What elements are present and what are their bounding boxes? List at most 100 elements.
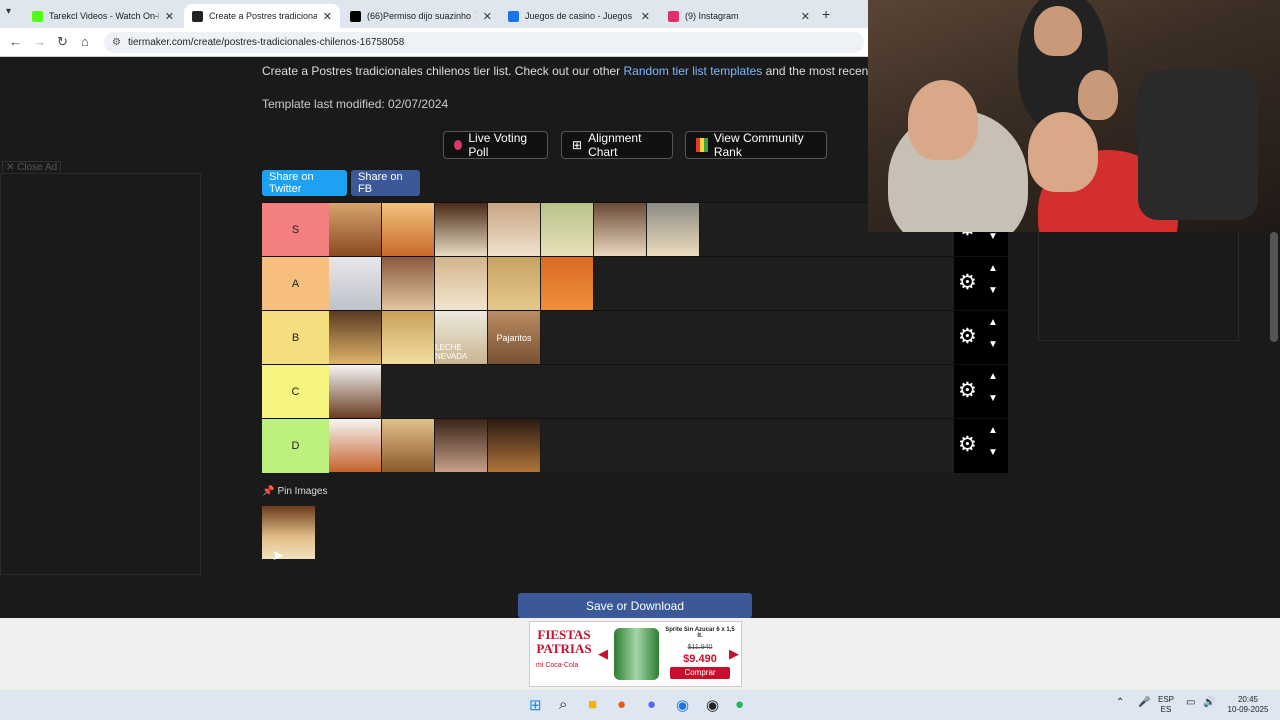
- dessert-image[interactable]: [382, 203, 435, 256]
- pin-images-toggle[interactable]: 📌 Pin Images: [262, 486, 327, 497]
- chevron-down-icon[interactable]: ▼: [988, 447, 998, 458]
- chevron-up-icon[interactable]: ▲: [988, 263, 998, 274]
- dessert-image[interactable]: [488, 203, 541, 256]
- folder-icon[interactable]: ■: [588, 696, 597, 713]
- url-field[interactable]: ⚙ tiermaker.com/create/postres-tradicion…: [104, 32, 864, 53]
- gear-icon[interactable]: ⚙: [958, 324, 977, 349]
- tab-tiktok[interactable]: (66)Permiso dijo suazinho 🎖️🔥 ✕: [342, 4, 500, 28]
- close-icon[interactable]: ✕: [165, 10, 174, 23]
- dessert-image[interactable]: [382, 257, 435, 310]
- taskbar: ⊞ ⌕ ■ ● ● ◉ ◉ ● ⌃ 🎤 ESP ES ▭ 🔊 20:45 10-…: [0, 690, 1280, 720]
- discord-icon[interactable]: ●: [647, 696, 656, 713]
- close-icon[interactable]: ✕: [641, 10, 650, 23]
- tier-label[interactable]: C: [262, 365, 329, 419]
- tab-menu-icon[interactable]: ▾: [6, 6, 11, 17]
- tab-title: (66)Permiso dijo suazinho 🎖️🔥: [367, 10, 477, 21]
- tier-controls: ⚙ ▲ ▼: [954, 311, 1008, 365]
- tab-kick[interactable]: Tarekcl Videos - Watch On-Dem ✕: [24, 4, 182, 28]
- volume-icon[interactable]: 🔊: [1203, 698, 1215, 708]
- dessert-image[interactable]: [329, 311, 382, 364]
- chrome-icon[interactable]: ◉: [676, 696, 689, 714]
- dessert-image[interactable]: [329, 257, 382, 310]
- tab-tiermaker[interactable]: Create a Postres tradicionales c ✕: [184, 4, 340, 28]
- close-icon[interactable]: ✕: [483, 10, 492, 23]
- gear-icon[interactable]: ⚙: [958, 270, 977, 295]
- leche-nevada-image[interactable]: LECHE NEVADA: [435, 311, 488, 364]
- gear-icon[interactable]: ⚙: [958, 432, 977, 457]
- tier-label[interactable]: D: [262, 419, 329, 473]
- chevron-up-icon[interactable]: ▲: [988, 371, 998, 382]
- ad-brand: FIESTAS PATRIAS: [536, 627, 592, 656]
- dessert-image[interactable]: [382, 311, 435, 364]
- site-info-icon[interactable]: ⚙: [112, 32, 121, 53]
- clock[interactable]: 20:45 10-09-2025: [1224, 695, 1272, 715]
- tiermaker-icon: [192, 10, 203, 22]
- new-tab-icon[interactable]: +: [822, 6, 830, 22]
- page-scrollbar[interactable]: [1270, 232, 1278, 342]
- alignment-chart-button[interactable]: ⊞ Alignment Chart: [561, 131, 673, 159]
- chevron-up-icon[interactable]: ▲: [988, 317, 998, 328]
- tab-casino[interactable]: Juegos de casino - Juegos de c ✕: [500, 4, 658, 28]
- dessert-image[interactable]: [329, 419, 382, 472]
- dessert-image[interactable]: [435, 203, 488, 256]
- ad-buy-button[interactable]: Comprar: [670, 667, 730, 679]
- chevron-down-icon[interactable]: ▼: [988, 285, 998, 296]
- close-icon[interactable]: ✕: [801, 10, 810, 23]
- network-icon[interactable]: ▭: [1186, 698, 1195, 708]
- obs-icon[interactable]: ◉: [706, 696, 719, 714]
- community-rank-button[interactable]: View Community Rank: [685, 131, 827, 159]
- tier-label[interactable]: S: [262, 203, 329, 257]
- dessert-image[interactable]: [488, 419, 541, 472]
- chevron-up-icon[interactable]: ▲: [988, 425, 998, 436]
- app-icon[interactable]: ●: [617, 696, 626, 713]
- dessert-image[interactable]: [647, 203, 700, 256]
- intro-body: Create a Postres tradicionales chilenos …: [262, 64, 624, 78]
- close-icon[interactable]: ✕: [323, 10, 332, 23]
- tier-label[interactable]: A: [262, 257, 329, 311]
- save-download-button[interactable]: Save or Download: [518, 593, 752, 618]
- gear-icon[interactable]: ⚙: [958, 378, 977, 403]
- reload-icon[interactable]: ↻: [57, 34, 68, 50]
- dessert-image[interactable]: [488, 257, 541, 310]
- dessert-image[interactable]: [435, 257, 488, 310]
- tray-chevron-icon[interactable]: ⌃: [1116, 698, 1124, 708]
- dessert-image[interactable]: [382, 419, 435, 472]
- chevron-down-icon[interactable]: ▼: [988, 231, 998, 242]
- dessert-image[interactable]: [594, 203, 647, 256]
- mic-icon[interactable]: 🎤: [1138, 698, 1150, 708]
- dessert-image[interactable]: [541, 203, 594, 256]
- back-icon[interactable]: ←: [9, 34, 22, 49]
- chevron-down-icon[interactable]: ▼: [988, 393, 998, 404]
- arrow-right-icon[interactable]: ▶: [729, 646, 739, 662]
- random-templates-link[interactable]: Random tier list templates: [624, 64, 763, 78]
- share-fb-button[interactable]: Share on FB: [351, 170, 420, 196]
- live-voting-button[interactable]: Live Voting Poll: [443, 131, 548, 159]
- live-voting-label: Live Voting Poll: [468, 131, 528, 159]
- tier-label[interactable]: B: [262, 311, 329, 365]
- dessert-image[interactable]: [329, 203, 382, 256]
- dessert-image[interactable]: [435, 419, 488, 472]
- tab-instagram[interactable]: (9) Instagram ✕: [660, 4, 818, 28]
- chevron-down-icon[interactable]: ▼: [988, 339, 998, 350]
- pajaritos-image[interactable]: Pajaritos: [488, 311, 541, 364]
- language-indicator[interactable]: ESP ES: [1158, 695, 1174, 715]
- dessert-image[interactable]: [329, 365, 382, 418]
- search-icon[interactable]: ⌕: [559, 696, 567, 713]
- windows-icon[interactable]: ⊞: [529, 696, 542, 714]
- spotify-icon[interactable]: ●: [735, 696, 744, 713]
- record-icon: [454, 140, 463, 150]
- forward-icon[interactable]: →: [33, 34, 46, 49]
- mouse-cursor: ➤: [272, 547, 284, 563]
- dessert-image[interactable]: [541, 257, 594, 310]
- bottom-ad[interactable]: FIESTAS PATRIAS mi Coca-Cola ◀ Sprite Si…: [529, 621, 742, 687]
- pin-icon: 📌: [262, 486, 275, 497]
- sprite-bottle-image: [614, 628, 659, 680]
- ad-slot-right: [1038, 231, 1239, 341]
- address-bar: ← → ↻ ⌂ ⚙ tiermaker.com/create/postres-t…: [0, 28, 868, 57]
- home-icon[interactable]: ⌂: [81, 34, 89, 49]
- clock-time: 20:45: [1237, 695, 1259, 704]
- unranked-image[interactable]: [262, 506, 315, 559]
- arrow-left-icon[interactable]: ◀: [598, 646, 608, 662]
- share-twitter-button[interactable]: Share on Twitter: [262, 170, 347, 196]
- tier-row-d: D ⚙ ▲ ▼: [262, 418, 1008, 473]
